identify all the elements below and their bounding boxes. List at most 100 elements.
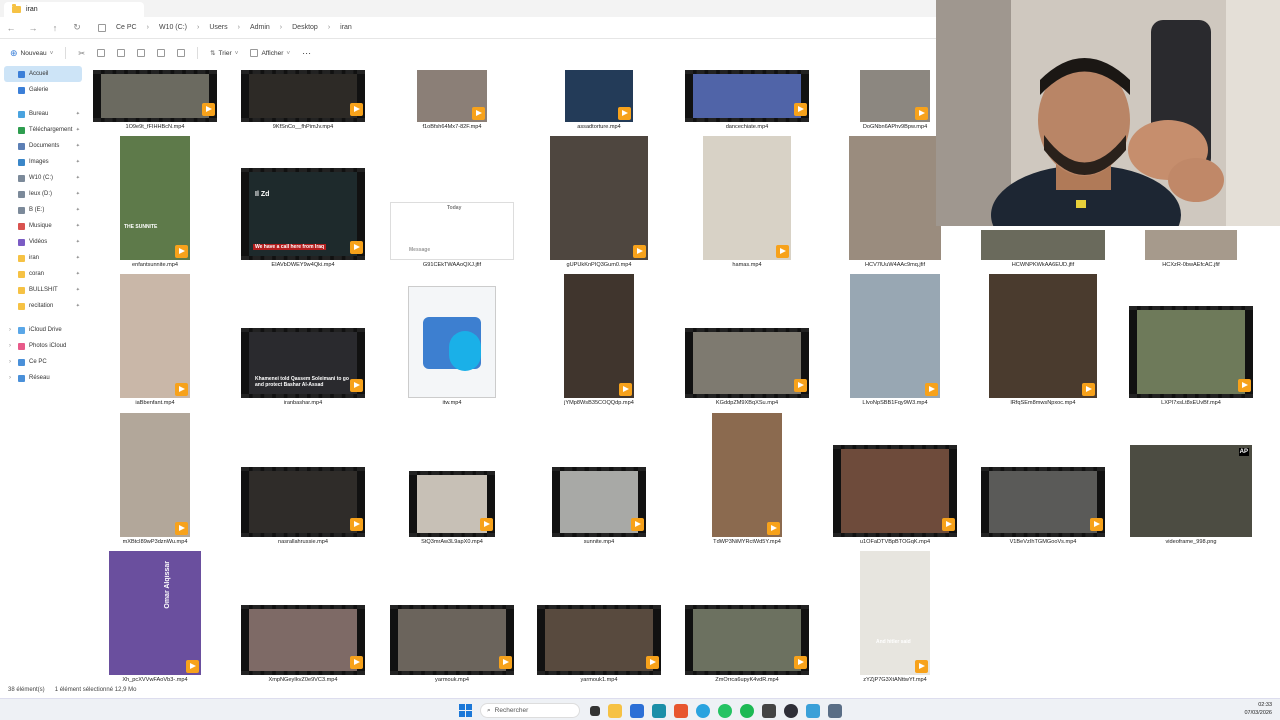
sidebar-item-galerie[interactable]: Galerie xyxy=(0,82,86,98)
crumb-desktop[interactable]: Desktop xyxy=(292,24,318,31)
chevron-right-icon[interactable]: › xyxy=(9,327,11,333)
file-item[interactable]: TdWP3NiMYRctWd5Y.mp4 xyxy=(683,413,811,545)
new-button[interactable]: ⊕ Nouveau ˅ xyxy=(10,48,53,59)
sidebar-item-w10-c-[interactable]: W10 (C:) ✦ xyxy=(0,170,86,186)
file-item[interactable]: jYMp8WsB35COQQdp.mp4 xyxy=(535,274,663,406)
more-options-icon[interactable]: ··· xyxy=(302,48,311,58)
file-item[interactable]: Today Message G91CEkTWAAoQXJ.jfif xyxy=(388,202,516,268)
file-item[interactable]: LXPI7xsLt8xEUvBf.mp4 xyxy=(1127,306,1255,406)
taskbar-search[interactable]: ⌕ Rechercher xyxy=(480,703,580,718)
chevron-right-icon[interactable]: › xyxy=(9,343,11,349)
file-item[interactable]: THE SUNNITE enfantsunnite.mp4 xyxy=(91,136,219,268)
file-item[interactable]: lRfqSEm8mwsNpxoc.mp4 xyxy=(979,274,1107,406)
davinci-icon[interactable] xyxy=(762,703,776,718)
settings-icon[interactable] xyxy=(828,703,842,718)
cut-icon[interactable]: ✂ xyxy=(78,49,85,58)
file-item[interactable]: Omar Alqissar Xh_pcXVVwFAoVb3-.mp4 xyxy=(91,551,219,682)
paste-icon[interactable] xyxy=(117,49,126,57)
sidebar-item-coran[interactable]: coran ✦ xyxy=(0,266,86,282)
file-item[interactable]: mXBtcI89wP3dznWu.mp4 xyxy=(91,413,219,545)
sidebar-item-bureau[interactable]: Bureau ✦ xyxy=(0,106,86,122)
file-item[interactable]: AP videoframe_998.png xyxy=(1127,445,1255,545)
crumb-ce-pc[interactable]: Ce PC xyxy=(116,24,137,31)
copy-icon[interactable] xyxy=(97,49,106,57)
sidebar-item-recitation[interactable]: recitation ✦ xyxy=(0,298,86,314)
video-thumbnail xyxy=(981,467,1105,537)
file-name: TdWP3NiMYRctWd5Y.mp4 xyxy=(713,539,781,545)
file-item[interactable]: gUPUkKnPIQ3Gum0.mp4 xyxy=(535,136,663,268)
delete-icon[interactable] xyxy=(177,49,186,57)
brave-icon[interactable] xyxy=(674,703,688,718)
file-item[interactable]: HCWNPKWkAA6EUD.jfif xyxy=(979,230,1107,268)
file-item[interactable]: LIvoNpSBB1Fqy9W3.mp4 xyxy=(831,274,959,406)
breadcrumb[interactable]: Ce PC › W10 (C:) › Users › Admin › Desktop › … xyxy=(98,23,352,32)
sidebar-item-ce-pc[interactable]: Ce PC › xyxy=(0,354,86,370)
file-explorer-icon[interactable] xyxy=(608,703,622,718)
view-button[interactable]: Afficher ˅ xyxy=(250,49,290,57)
file-item[interactable]: HCXzR-0bwAEfcAC.jfif xyxy=(1127,230,1255,268)
refresh-button[interactable]: ↻ xyxy=(66,22,88,33)
sidebar-item-ieux-d-[interactable]: Ieux (D:) ✦ xyxy=(0,186,86,202)
command-bar: ⊕ Nouveau ˅ ✂ ⇅ Trier ˅ Afficher ˅ ··· xyxy=(0,44,936,62)
sidebar-item-b-e-[interactable]: B (E:) ✦ xyxy=(0,202,86,218)
forward-button[interactable]: → xyxy=(22,23,44,33)
telegram-icon[interactable] xyxy=(696,703,710,718)
file-item[interactable]: nasrallahrussie.mp4 xyxy=(239,467,367,545)
file-item[interactable]: KGddpZM9XBqXSu.mp4 xyxy=(683,328,811,406)
file-item[interactable]: StQ3mrAw3L9apX0.mp4 xyxy=(388,471,516,545)
share-icon[interactable] xyxy=(157,49,166,57)
spotify-icon[interactable] xyxy=(740,703,754,718)
system-tray[interactable]: 02:33 07/03/2026 xyxy=(1244,701,1272,717)
file-item[interactable]: u1OFaDTVBpBTOGqK.mp4 xyxy=(831,445,959,545)
crumb-users[interactable]: Users xyxy=(209,24,227,31)
app-icon[interactable] xyxy=(806,703,820,718)
edge-icon[interactable] xyxy=(652,703,666,718)
chevron-right-icon[interactable]: › xyxy=(9,359,11,365)
file-item[interactable]: iaBbenfant.mp4 xyxy=(91,274,219,406)
sidebar-item-accueil[interactable]: Accueil xyxy=(4,66,82,82)
sidebar-item-photos-icloud[interactable]: Photos iCloud › xyxy=(0,338,86,354)
video-thumbnail: And hitler said xyxy=(860,551,930,675)
windows-start-icon[interactable] xyxy=(459,704,472,717)
store-icon[interactable] xyxy=(630,703,644,718)
file-item[interactable]: Khamenei told Qassem Soleimani to go and… xyxy=(239,328,367,406)
obs-icon[interactable] xyxy=(784,703,798,718)
crumb-w10[interactable]: W10 (C:) xyxy=(159,24,187,31)
task-view-icon[interactable] xyxy=(590,705,600,716)
file-name: HCWNPKWkAA6EUD.jfif xyxy=(1011,262,1075,268)
sidebar-item-icloud-drive[interactable]: iCloud Drive › xyxy=(0,322,86,338)
sidebar-item-vid-os[interactable]: Vidéos ✦ xyxy=(0,234,86,250)
sidebar-item-images[interactable]: Images ✦ xyxy=(0,154,86,170)
sidebar-item-t-l-chargement[interactable]: Téléchargement ✦ xyxy=(0,122,86,138)
sidebar-item-documents[interactable]: Documents ✦ xyxy=(0,138,86,154)
file-item[interactable]: itw.mp4 xyxy=(388,286,516,406)
file-item[interactable]: sunnite.mp4 xyxy=(535,467,663,545)
sidebar-item-iran[interactable]: iran ✦ xyxy=(0,250,86,266)
sidebar-item-r-seau[interactable]: Réseau › xyxy=(0,370,86,386)
chevron-right-icon[interactable]: › xyxy=(9,375,11,381)
file-item[interactable]: assadtorture.mp4 xyxy=(535,70,663,130)
file-item[interactable]: XmpNGeyIkvZ0e9VC3.mp4 xyxy=(239,605,367,682)
file-item[interactable]: f1oBfsh64Mx7-82F.mp4 xyxy=(388,70,516,130)
file-item[interactable]: hamas.mp4 xyxy=(683,136,811,268)
crumb-admin[interactable]: Admin xyxy=(250,24,270,31)
sort-button[interactable]: ⇅ Trier ˅ xyxy=(210,49,238,58)
file-item[interactable]: V1BeVzIhTGMGooVs.mp4 xyxy=(979,467,1107,545)
sidebar-item-musique[interactable]: Musique ✦ xyxy=(0,218,86,234)
whatsapp-icon[interactable] xyxy=(718,703,732,718)
file-item[interactable]: Il Zd We have a call here from Iraq EIAVbD… xyxy=(239,168,367,268)
rename-icon[interactable] xyxy=(137,49,146,57)
sidebar-item-bullshit[interactable]: BULLSHIT ✦ xyxy=(0,282,86,298)
file-item[interactable]: ZmOrrca6upyK4vdR.mp4 xyxy=(683,605,811,682)
file-item[interactable]: 1O9e9t_fFIHHBcN.mp4 xyxy=(91,70,219,130)
file-item[interactable]: dancechiate.mp4 xyxy=(683,70,811,130)
file-item[interactable]: yarmouk1.mp4 xyxy=(535,605,663,682)
crumb-iran[interactable]: iran xyxy=(340,24,352,31)
tab-iran[interactable]: iran xyxy=(4,2,144,17)
up-button[interactable]: ↑ xyxy=(44,23,66,33)
file-item[interactable]: 9KfSnCo__fhPimJv.mp4 xyxy=(239,70,367,130)
file-item[interactable]: yarmouk.mp4 xyxy=(388,605,516,682)
back-button[interactable]: ← xyxy=(0,23,22,33)
file-item[interactable]: And hitler said zYZjP7G3XtANttwYf.mp4 xyxy=(831,551,959,682)
clock-time: 02:33 xyxy=(1258,702,1272,708)
